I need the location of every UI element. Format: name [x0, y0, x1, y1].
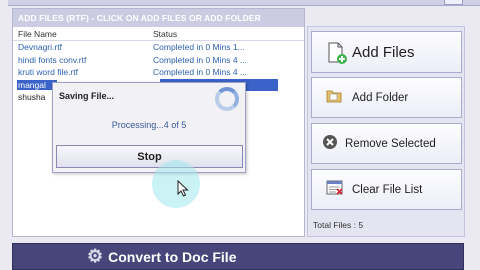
- total-files-count: Total Files : 5: [313, 220, 364, 230]
- file-name-cell: hindi fonts conv.rtf: [18, 54, 87, 65]
- spinner-icon: [215, 87, 239, 111]
- file-name-cell: Devnagri.rtf: [18, 42, 62, 52]
- cursor-highlight: [152, 160, 200, 208]
- table-row[interactable]: Devnagri.rtf Completed in 0 Mins 1...: [13, 41, 304, 54]
- add-file-icon: [326, 42, 347, 64]
- table-row[interactable]: kruti word file.rtf Completed in 0 Mins …: [13, 66, 304, 79]
- folder-icon: [326, 88, 346, 108]
- column-status[interactable]: Status: [153, 29, 177, 39]
- clear-list-icon: [326, 180, 346, 200]
- minimize-button[interactable]: [444, 0, 463, 5]
- add-folder-label: Add Folder: [352, 91, 409, 104]
- table-row[interactable]: hindi fonts conv.rtf Completed in 0 Mins…: [13, 54, 304, 67]
- convert-label: Convert to Doc File: [108, 248, 237, 265]
- remove-icon: [322, 134, 342, 154]
- clear-file-list-button[interactable]: Clear File List: [311, 169, 462, 210]
- status-cell: Completed in 0 Mins 4 ...: [153, 54, 248, 65]
- remove-selected-label: Remove Selected: [345, 137, 436, 150]
- add-files-label: Add Files: [352, 43, 415, 61]
- status-cell: Completed in 0 Mins 4 ...: [153, 67, 248, 77]
- gear-icon: ⚙: [87, 246, 104, 266]
- action-sidebar: Add Files Add Folder Remove Selected Cle…: [307, 26, 465, 237]
- stop-button[interactable]: Stop: [56, 145, 243, 168]
- window-top-edge: [8, 0, 480, 6]
- saving-file-dialog: Saving File... Processing...4 of 5 Stop: [52, 82, 246, 173]
- mouse-cursor-icon: [177, 180, 189, 197]
- column-headers: File Name Status: [13, 27, 304, 41]
- clear-file-list-label: Clear File List: [352, 183, 423, 196]
- status-cell: Completed in 0 Mins 1...: [153, 42, 245, 52]
- progress-message: Processing...4 of 5: [111, 120, 187, 130]
- file-name-cell: kruti word file.rtf: [18, 67, 78, 77]
- add-folder-button[interactable]: Add Folder: [311, 77, 462, 118]
- column-file-name[interactable]: File Name: [18, 29, 57, 39]
- panel-header: ADD FILES (RTF) - CLICK ON ADD FILES OR …: [13, 9, 304, 27]
- dialog-title: Saving File...: [59, 91, 115, 101]
- add-files-button[interactable]: Add Files: [311, 31, 462, 73]
- file-name-cell: mangal: [17, 79, 57, 90]
- remove-selected-button[interactable]: Remove Selected: [311, 123, 462, 164]
- convert-button[interactable]: ⚙ Convert to Doc File: [12, 243, 464, 270]
